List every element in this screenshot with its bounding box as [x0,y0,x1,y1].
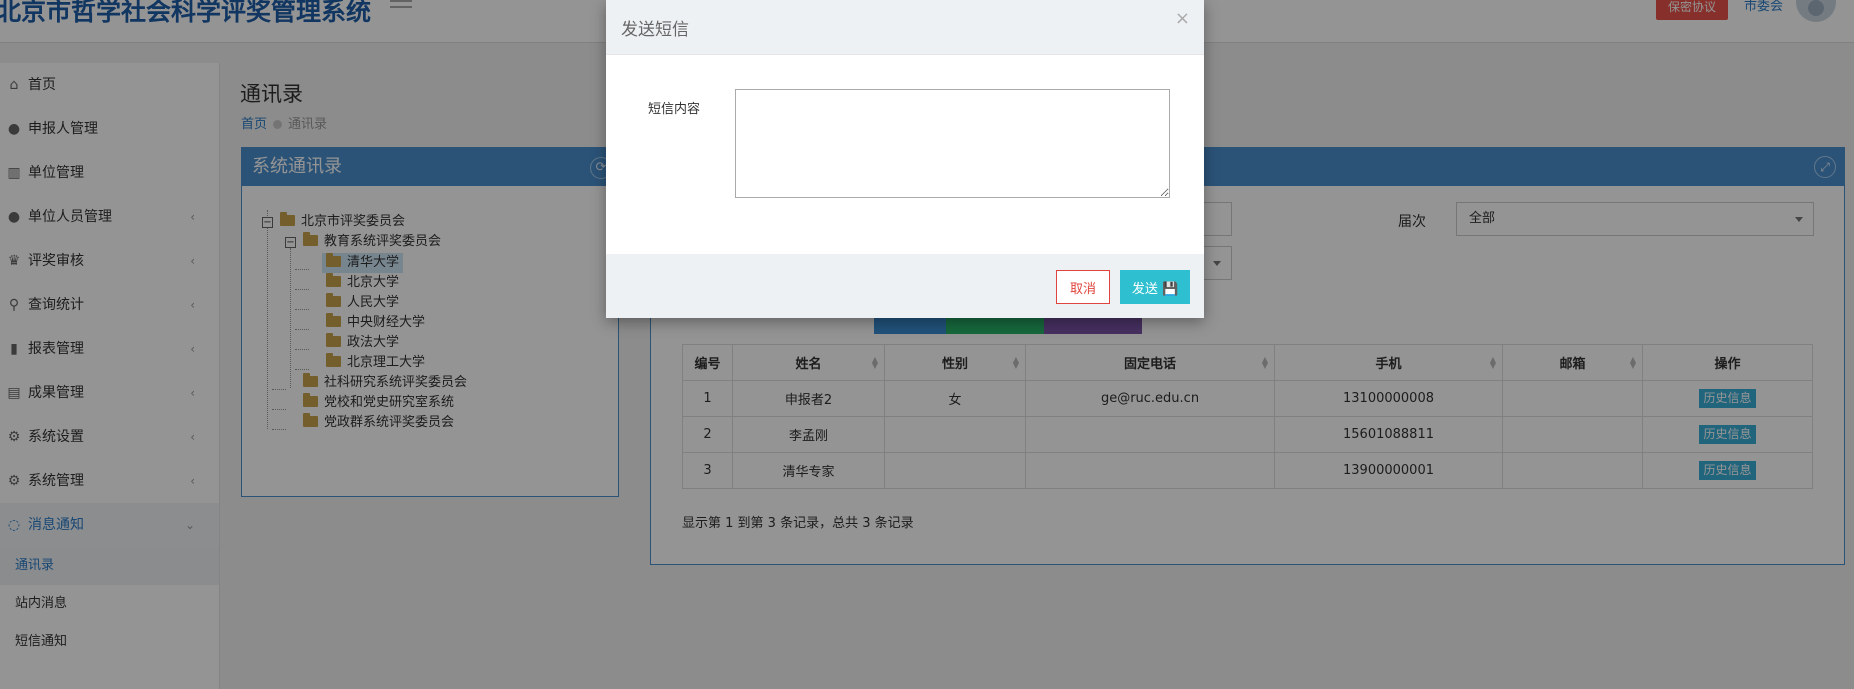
modal-footer: 取消 发送 💾 [606,254,1204,318]
sms-content-label: 短信内容 [648,102,701,117]
modal-header: 发送短信 × [606,0,1204,55]
send-sms-modal: 发送短信 × 短信内容 取消 发送 💾 [606,0,1204,318]
sms-content-textarea[interactable] [735,89,1170,198]
send-button[interactable]: 发送 💾 [1120,270,1190,304]
close-icon[interactable]: × [1175,8,1190,29]
modal-title: 发送短信 [621,20,689,40]
cancel-button[interactable]: 取消 [1056,270,1110,304]
